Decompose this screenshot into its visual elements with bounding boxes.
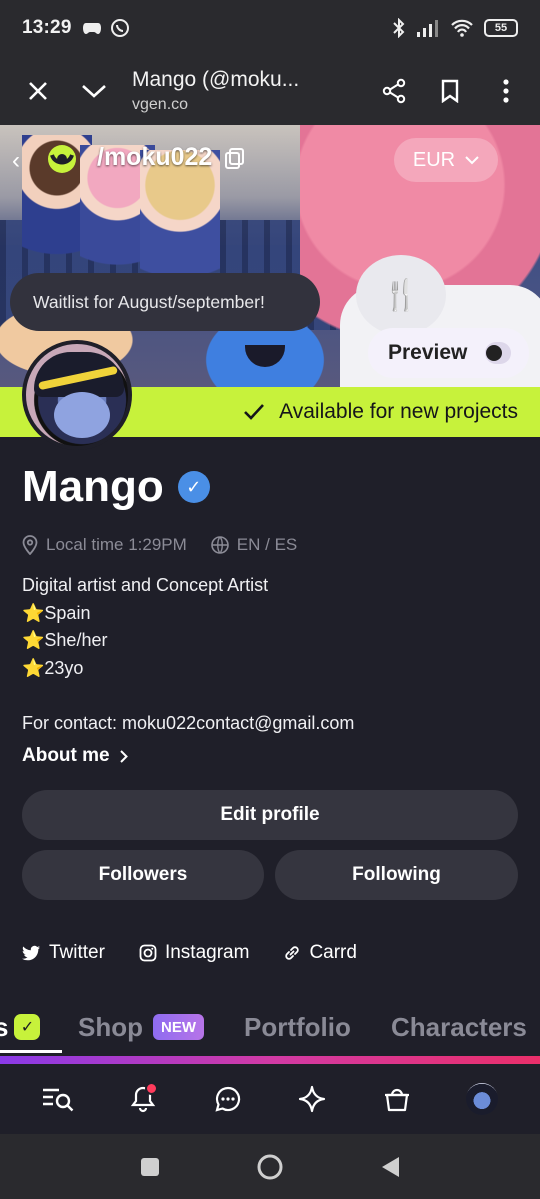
browser-toolbar: Mango (@moku... vgen.co	[0, 56, 540, 125]
collapse-button[interactable]	[66, 63, 122, 119]
profile-bio: Digital artist and Concept Artist ⭐Spain…	[22, 572, 354, 737]
globe-icon	[210, 536, 229, 554]
followers-button[interactable]: Followers	[22, 850, 264, 900]
nav-discover[interactable]	[287, 1074, 337, 1124]
tab-characters[interactable]: Characters	[391, 1012, 527, 1043]
status-note-bubble: Waitlist for August/september!	[10, 273, 320, 331]
chevron-right-icon	[119, 749, 128, 763]
active-tab-indicator	[0, 1050, 62, 1053]
page-title-block: Mango (@moku... vgen.co	[132, 68, 366, 114]
avatar	[465, 1083, 498, 1115]
recents-icon[interactable]	[140, 1157, 160, 1177]
new-badge: NEW	[153, 1014, 204, 1040]
currency-selector[interactable]: EUR	[394, 138, 498, 182]
instagram-icon	[139, 944, 157, 962]
bookmark-icon	[441, 79, 459, 103]
carrd-link[interactable]: Carrd	[283, 942, 357, 964]
gradient-divider	[0, 1056, 540, 1064]
more-vertical-icon	[503, 78, 509, 103]
tab-services-label: s	[0, 1011, 9, 1042]
link-icon	[285, 946, 300, 960]
nav-profile[interactable]	[457, 1074, 507, 1124]
following-button[interactable]: Following	[275, 850, 518, 900]
clock: 13:29	[22, 17, 72, 38]
status-bar: 13:29 55	[0, 0, 540, 56]
twitter-label: Twitter	[49, 942, 105, 963]
profile-meta: Local time 1:29PM EN / ES	[22, 535, 297, 555]
bio-line	[22, 682, 354, 710]
twitter-icon	[22, 945, 40, 961]
tab-portfolio[interactable]: Portfolio	[244, 1012, 351, 1043]
home-icon[interactable]	[256, 1153, 284, 1181]
preview-toggle[interactable]: Preview	[368, 328, 529, 378]
social-links: Twitter Instagram Carrd	[22, 942, 357, 964]
list-search-icon	[43, 1088, 74, 1112]
bio-line: ⭐23yo	[22, 657, 84, 678]
local-time: Local time 1:29PM	[46, 535, 187, 554]
profile-name: Mango	[22, 462, 164, 511]
nav-notifications[interactable]	[118, 1074, 168, 1124]
check-icon: ✓	[14, 1014, 41, 1040]
preview-label: Preview	[388, 341, 468, 364]
instagram-link[interactable]: Instagram	[139, 942, 249, 964]
edit-profile-button[interactable]: Edit profile	[22, 790, 518, 840]
share-button[interactable]	[366, 63, 422, 119]
gamepad-icon	[82, 23, 101, 34]
share-icon	[382, 78, 406, 103]
nav-browse[interactable]	[33, 1074, 83, 1124]
sparkle-icon	[299, 1085, 326, 1113]
copy-icon[interactable]	[225, 148, 245, 170]
about-me-label: About me	[22, 745, 110, 766]
nav-shop[interactable]	[372, 1074, 422, 1124]
close-button[interactable]	[10, 63, 66, 119]
chevron-left-icon[interactable]: ‹	[12, 147, 20, 175]
chat-icon	[215, 1086, 240, 1112]
close-icon	[29, 81, 47, 100]
more-options-button[interactable]	[478, 63, 534, 119]
profile-handle: /moku022	[97, 143, 213, 171]
signal-icon	[417, 20, 438, 37]
shopping-bag-icon	[384, 1088, 409, 1112]
chevron-down-icon	[465, 155, 479, 164]
bio-line: ⭐She/her	[22, 630, 108, 650]
check-icon	[244, 404, 265, 420]
bio-line: Digital artist and Concept Artist	[22, 575, 269, 595]
bookmark-button[interactable]	[422, 63, 478, 119]
bio-line: ⭐Spain	[22, 602, 91, 623]
page-url: vgen.co	[132, 95, 189, 113]
languages: EN / ES	[236, 535, 298, 554]
battery-indicator: 55	[484, 19, 518, 37]
availability-text: Available for new projects	[279, 400, 518, 423]
toggle-switch[interactable]	[485, 342, 511, 364]
twitter-link[interactable]: Twitter	[22, 942, 105, 964]
whatsapp-icon	[110, 19, 129, 37]
carrd-label: Carrd	[309, 942, 357, 963]
verified-badge-icon: ✓	[177, 471, 210, 503]
location-pin-icon	[22, 535, 38, 555]
profile-name-row: Mango ✓	[22, 462, 210, 512]
system-navigation-bar	[0, 1134, 540, 1199]
back-icon[interactable]	[380, 1156, 400, 1178]
bio-line: For contact: moku022contact@gmail.com	[22, 712, 355, 733]
bottom-navigation	[0, 1064, 540, 1134]
avatar[interactable]	[22, 340, 132, 450]
tab-services[interactable]: s ✓	[0, 1011, 41, 1043]
vgen-logo-icon[interactable]	[40, 143, 84, 179]
profile-tabs: s ✓ Shop NEW Portfolio Characters	[0, 1000, 540, 1054]
bluetooth-icon	[393, 18, 405, 38]
instagram-label: Instagram	[164, 942, 250, 963]
page-title: Mango (@moku...	[132, 67, 300, 91]
nav-messages[interactable]	[203, 1074, 253, 1124]
chevron-down-icon	[82, 84, 106, 98]
about-me-link[interactable]: About me	[22, 745, 128, 767]
notification-dot	[144, 1082, 158, 1095]
currency-label: EUR	[412, 148, 456, 171]
tab-shop-label: Shop	[78, 1011, 143, 1042]
tab-shop[interactable]: Shop NEW	[78, 1012, 204, 1043]
fork-spoon-icon: 🍴	[356, 255, 446, 335]
wifi-icon	[451, 19, 473, 37]
